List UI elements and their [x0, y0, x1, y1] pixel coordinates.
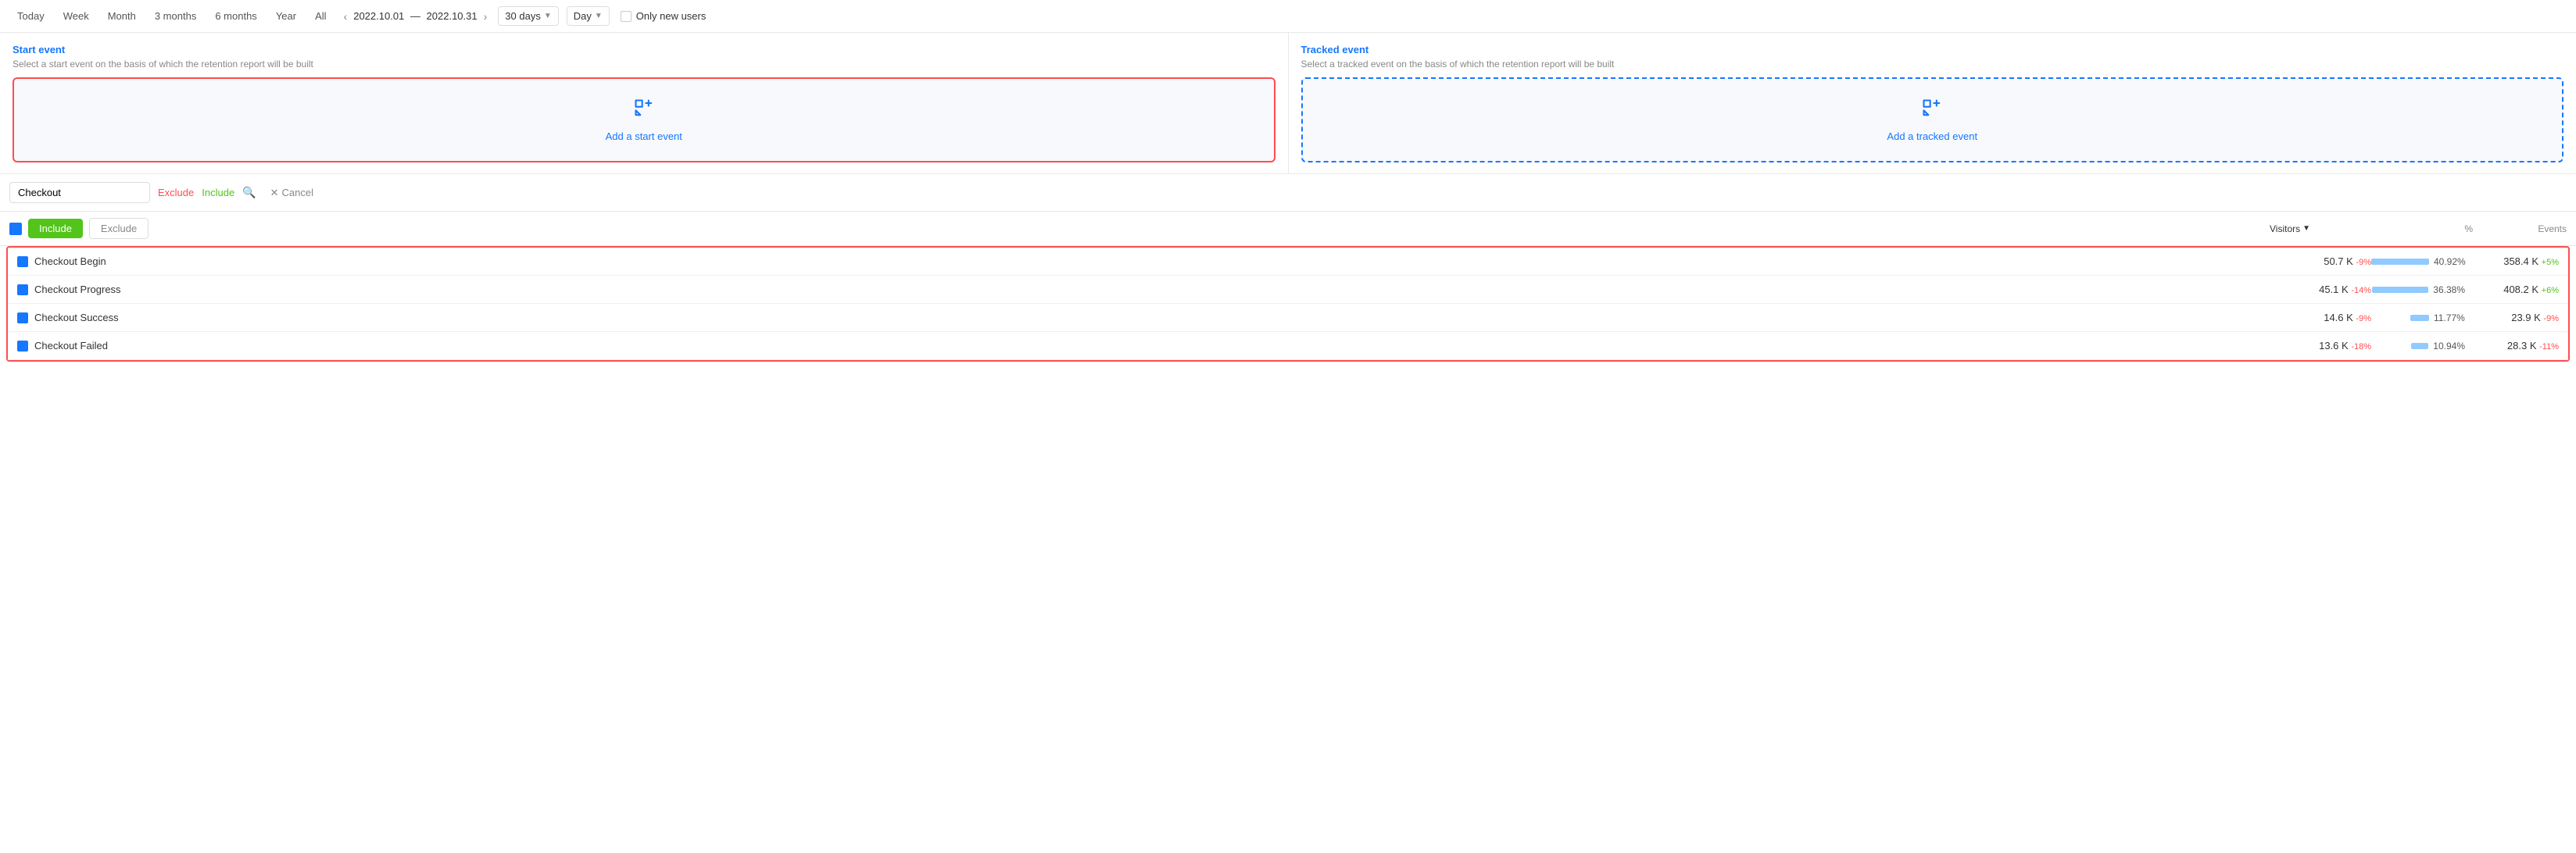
month-button[interactable]: Month [100, 7, 144, 25]
tracked-event-subtitle: Select a tracked event on the basis of w… [1301, 59, 2564, 70]
filter-row: Exclude Include 🔍 ✕ Cancel [0, 174, 2576, 212]
period-dropdown[interactable]: Day ▼ [567, 6, 610, 26]
exclude-toggle-button[interactable]: Exclude [89, 218, 148, 239]
row-checkbox[interactable] [17, 284, 28, 295]
6months-button[interactable]: 6 months [207, 7, 264, 25]
dropdown-arrow2-icon: ▼ [595, 12, 603, 20]
row-visitors: 14.6 K -9% [2262, 312, 2371, 323]
row-checkbox[interactable] [17, 312, 28, 323]
row-event-name: Checkout Success [34, 312, 119, 323]
date-separator: — [407, 10, 423, 22]
row-name-col: Checkout Progress [17, 284, 2262, 295]
date-range-wrapper: ‹ 2022.10.01 — 2022.10.31 › [341, 9, 491, 24]
row-events: 28.3 K -11% [2465, 340, 2559, 352]
year-button[interactable]: Year [268, 7, 304, 25]
add-start-event-label: Add a start event [606, 130, 682, 142]
date-to: 2022.10.31 [427, 10, 478, 22]
row-event-name: Checkout Failed [34, 340, 108, 352]
sort-icon: ▼ [2302, 224, 2310, 233]
all-select-checkbox[interactable] [9, 223, 22, 235]
filter-include-button[interactable]: Include [202, 187, 234, 198]
table-row[interactable]: Checkout Failed 13.6 K -18% 10.94% 28.3 … [8, 332, 2568, 360]
week-button[interactable]: Week [55, 7, 97, 25]
date-prev-button[interactable]: ‹ [341, 9, 351, 24]
tracked-event-panel: Tracked event Select a tracked event on … [1289, 33, 2576, 173]
days-dropdown[interactable]: 30 days ▼ [498, 6, 558, 26]
row-percent: 36.38% [2371, 284, 2465, 295]
row-checkbox[interactable] [17, 341, 28, 352]
date-from: 2022.10.01 [353, 10, 404, 22]
only-new-users-wrapper: Only new users [621, 10, 707, 22]
period-label: Day [574, 10, 592, 22]
dropdown-arrow-icon: ▼ [544, 12, 552, 20]
all-button[interactable]: All [307, 7, 334, 25]
row-visitors: 13.6 K -18% [2262, 340, 2371, 352]
event-panels: Start event Select a start event on the … [0, 33, 2576, 174]
add-tracked-event-icon [1921, 98, 1943, 124]
row-event-name: Checkout Begin [34, 255, 106, 267]
3months-button[interactable]: 3 months [147, 7, 204, 25]
row-percent: 10.94% [2371, 341, 2465, 352]
toolbar: Today Week Month 3 months 6 months Year … [0, 0, 2576, 33]
row-events: 23.9 K -9% [2465, 312, 2559, 323]
table-row[interactable]: Checkout Progress 45.1 K -14% 36.38% 408… [8, 276, 2568, 304]
table-row[interactable]: Checkout Begin 50.7 K -9% 40.92% 358.4 K… [8, 248, 2568, 276]
add-tracked-event-label: Add a tracked event [1887, 130, 1977, 142]
cancel-button[interactable]: ✕ Cancel [264, 184, 320, 202]
row-checkbox[interactable] [17, 256, 28, 267]
row-percent: 40.92% [2371, 256, 2465, 267]
percent-column-header[interactable]: % [2379, 223, 2473, 234]
row-events: 408.2 K +6% [2465, 284, 2559, 295]
row-visitors: 45.1 K -14% [2262, 284, 2371, 295]
row-name-col: Checkout Begin [17, 255, 2262, 267]
row-name-col: Checkout Failed [17, 340, 2262, 352]
events-column-header[interactable]: Events [2473, 223, 2567, 234]
toggle-row: Include Exclude Visitors ▼ % Events [0, 212, 2576, 246]
row-event-name: Checkout Progress [34, 284, 121, 295]
cancel-label: Cancel [282, 187, 313, 198]
start-event-subtitle: Select a start event on the basis of whi… [13, 59, 1275, 70]
filter-exclude-button[interactable]: Exclude [158, 187, 194, 198]
row-name-col: Checkout Success [17, 312, 2262, 323]
add-start-event-icon [633, 98, 655, 124]
only-new-users-label: Only new users [636, 10, 707, 22]
table-row[interactable]: Checkout Success 14.6 K -9% 11.77% 23.9 … [8, 304, 2568, 332]
search-icon[interactable]: 🔍 [242, 186, 256, 199]
cancel-x-icon: ✕ [270, 187, 279, 199]
row-visitors: 50.7 K -9% [2262, 255, 2371, 267]
tracked-event-title: Tracked event [1301, 44, 2564, 55]
days-label: 30 days [505, 10, 541, 22]
today-button[interactable]: Today [9, 7, 52, 25]
add-start-event-area[interactable]: Add a start event [13, 77, 1275, 162]
start-event-panel: Start event Select a start event on the … [0, 33, 1289, 173]
event-list: Checkout Begin 50.7 K -9% 40.92% 358.4 K… [0, 246, 2576, 362]
row-events: 358.4 K +5% [2465, 255, 2559, 267]
date-next-button[interactable]: › [481, 9, 491, 24]
only-new-users-checkbox[interactable] [621, 11, 631, 22]
row-percent: 11.77% [2371, 312, 2465, 323]
search-input[interactable] [9, 182, 150, 203]
add-tracked-event-area[interactable]: Add a tracked event [1301, 77, 2564, 162]
start-event-title: Start event [13, 44, 1275, 55]
visitors-column-header[interactable]: Visitors ▼ [2270, 223, 2379, 234]
selected-events-box: Checkout Begin 50.7 K -9% 40.92% 358.4 K… [6, 246, 2570, 362]
include-toggle-button[interactable]: Include [28, 219, 83, 238]
